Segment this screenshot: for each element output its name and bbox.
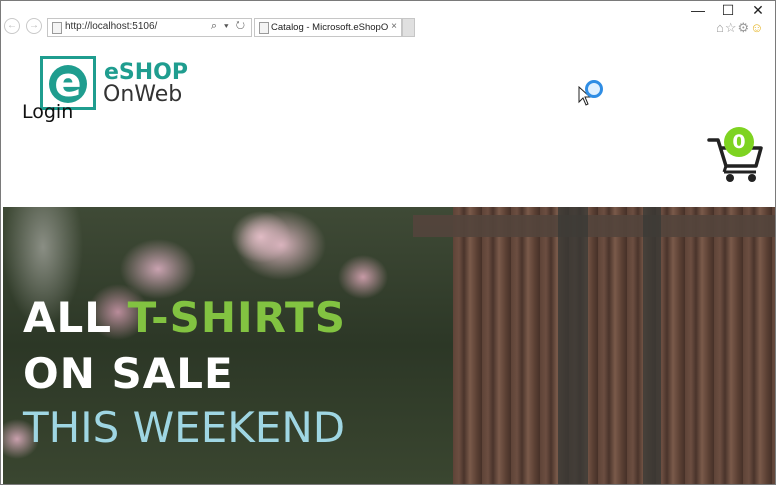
back-button[interactable]: ←	[4, 18, 20, 34]
fence-post	[643, 207, 661, 484]
close-window-button[interactable]: ✕	[744, 2, 772, 18]
hero-headline-line3: THIS WEEKEND	[23, 403, 346, 452]
tab-catalog[interactable]: Catalog - Microsoft.eShopO... ×	[254, 18, 402, 37]
tab-page-icon	[259, 22, 269, 34]
page-icon	[52, 22, 62, 34]
browser-toolbar: ⌂☆⚙☺	[716, 20, 764, 36]
forward-button[interactable]: →	[26, 18, 42, 34]
hero-banner[interactable]: ALL T-SHIRTS ON SALE THIS WEEKEND	[3, 207, 775, 484]
feedback-smiley-icon[interactable]: ☺	[750, 20, 764, 35]
address-bar[interactable]: http://localhost:5106/ ⌕ ▾ ↻	[47, 18, 252, 37]
settings-icon[interactable]: ⚙	[738, 20, 751, 35]
login-link[interactable]: Login	[22, 101, 73, 123]
hero-headline-line2: ON SALE	[23, 349, 234, 398]
tab-title: Catalog - Microsoft.eShopO...	[271, 22, 389, 33]
fence-post	[558, 207, 588, 484]
cart-count-badge[interactable]: 0	[724, 127, 754, 157]
hero-line1-prefix: ALL	[23, 293, 128, 342]
home-icon[interactable]: ⌂	[716, 20, 725, 35]
fence-background	[453, 207, 775, 484]
search-refresh-icons[interactable]: ⌕ ▾ ↻	[211, 20, 247, 33]
logo-letter: e	[54, 60, 82, 106]
browser-chrome: ← → http://localhost:5106/ ⌕ ▾ ↻ Catalog…	[0, 0, 776, 40]
hero-headline-line1: ALL T-SHIRTS	[23, 293, 346, 342]
close-icon[interactable]: ×	[391, 21, 397, 32]
fence-rail	[413, 215, 775, 237]
favorites-icon[interactable]: ☆	[725, 20, 738, 35]
busy-spinner-icon	[585, 80, 603, 98]
url-text: http://localhost:5106/	[65, 21, 158, 32]
new-tab-button[interactable]	[402, 18, 415, 37]
maximize-button[interactable]: ☐	[714, 2, 742, 18]
minimize-button[interactable]: —	[684, 2, 712, 18]
logo-text-onweb[interactable]: OnWeb	[103, 82, 182, 107]
hero-line1-accent: T-SHIRTS	[127, 293, 346, 342]
